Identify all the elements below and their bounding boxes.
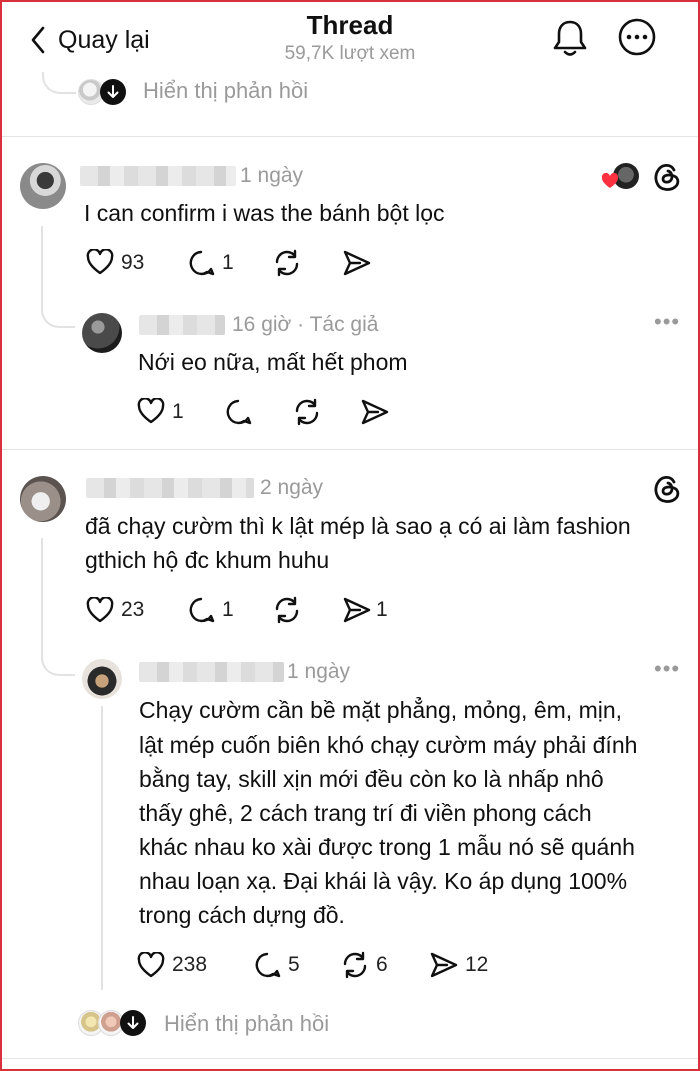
comment-time: 1 ngày xyxy=(240,164,304,187)
reply-count: 1 xyxy=(222,251,234,274)
thread-connector xyxy=(41,226,43,302)
reply-count: 5 xyxy=(288,953,300,976)
redacted-username xyxy=(80,166,236,186)
reply-text-line: bằng tay, skill xịn mới đều còn ko là nh… xyxy=(139,766,604,792)
share-icon[interactable] xyxy=(342,249,372,277)
redacted-username xyxy=(86,478,254,498)
threads-logo-icon[interactable] xyxy=(652,472,682,504)
reply-text-line: khác nhau ko xài được trong 1 mẫu nó sẽ … xyxy=(139,834,635,860)
back-button[interactable]: Quay lại xyxy=(30,20,150,60)
reply-text-line: nhau loạn xạ. Đại khái là vậy. Ko áp dụn… xyxy=(139,868,628,894)
heart-badge-icon xyxy=(601,173,619,189)
divider xyxy=(2,136,698,137)
repost-icon[interactable] xyxy=(292,397,322,427)
reply-time: 1 ngày xyxy=(287,660,351,683)
repost-icon[interactable] xyxy=(340,950,370,980)
page-title: Thread xyxy=(306,10,394,40)
avatar[interactable] xyxy=(82,659,122,699)
view-count: 59,7K lượt xem xyxy=(284,43,416,64)
avatar[interactable] xyxy=(20,476,66,522)
show-replies-label: Hiển thị phản hồi xyxy=(164,1011,330,1036)
threads-logo-icon[interactable] xyxy=(652,160,682,192)
avatar[interactable] xyxy=(20,163,66,209)
more-icon[interactable]: ••• xyxy=(654,656,680,682)
like-count: 238 xyxy=(172,953,208,976)
divider xyxy=(2,1058,698,1059)
reply-count: 1 xyxy=(222,598,234,621)
arrow-down-icon xyxy=(120,1010,146,1036)
like-count: 23 xyxy=(121,598,145,621)
divider xyxy=(2,449,698,450)
reply-icon[interactable] xyxy=(253,951,281,979)
reply-icon[interactable] xyxy=(187,249,215,277)
repost-icon[interactable] xyxy=(272,595,302,625)
thread-line xyxy=(101,706,103,990)
show-replies-bottom[interactable]: Hiển thị phản hồi xyxy=(78,1008,378,1040)
reply-text-line: trong cách dựng đồ. xyxy=(139,902,345,928)
more-options-icon[interactable] xyxy=(617,17,657,57)
like-count: 93 xyxy=(121,251,145,274)
like-icon[interactable] xyxy=(137,952,165,978)
thread-connector xyxy=(41,538,43,648)
share-icon[interactable] xyxy=(342,596,372,624)
avatar[interactable] xyxy=(82,313,122,353)
comment-time: 2 ngày xyxy=(260,476,324,499)
reply-text-line: Chạy cườm cần bề mặt phẳng, mỏng, êm, mị… xyxy=(139,697,623,723)
repost-count: 6 xyxy=(376,953,388,976)
back-label: Quay lại xyxy=(58,25,150,54)
share-icon[interactable] xyxy=(360,398,390,426)
show-replies-label: Hiển thị phản hồi xyxy=(143,78,309,103)
bell-icon[interactable] xyxy=(551,18,589,58)
like-count: 1 xyxy=(172,400,184,423)
share-count: 1 xyxy=(376,598,388,621)
repost-icon[interactable] xyxy=(272,248,302,278)
reply-text: Nới eo nữa, mất hết phom xyxy=(138,349,408,375)
reply-icon[interactable] xyxy=(224,398,252,426)
comment-text-line: gthich hộ đc khum huhu xyxy=(85,547,330,573)
comment-text-line: đã chạy cườm thì k lật mép là sao ạ có a… xyxy=(85,513,631,539)
share-icon[interactable] xyxy=(429,951,459,979)
share-count: 12 xyxy=(465,953,489,976)
like-icon[interactable] xyxy=(137,398,165,424)
like-icon[interactable] xyxy=(86,597,114,623)
reply-icon[interactable] xyxy=(187,596,215,624)
redacted-username xyxy=(139,662,284,682)
more-icon[interactable]: ••• xyxy=(654,309,680,335)
arrow-down-icon xyxy=(100,79,126,105)
show-replies-top[interactable]: Hiển thị phản hồi xyxy=(78,77,338,107)
reply-text-line: lật mép cuốn biên khó chạy cườm máy phải… xyxy=(139,732,638,758)
reply-time: 16 giờ · Tác giả xyxy=(232,313,379,336)
like-icon[interactable] xyxy=(86,249,114,275)
reply-text-line: thấy ghê, 2 cách trang trí đi viền phong… xyxy=(139,800,592,826)
comment-text: I can confirm i was the bánh bột lọc xyxy=(84,200,445,226)
chevron-left-icon xyxy=(30,26,46,54)
redacted-username xyxy=(139,315,225,335)
